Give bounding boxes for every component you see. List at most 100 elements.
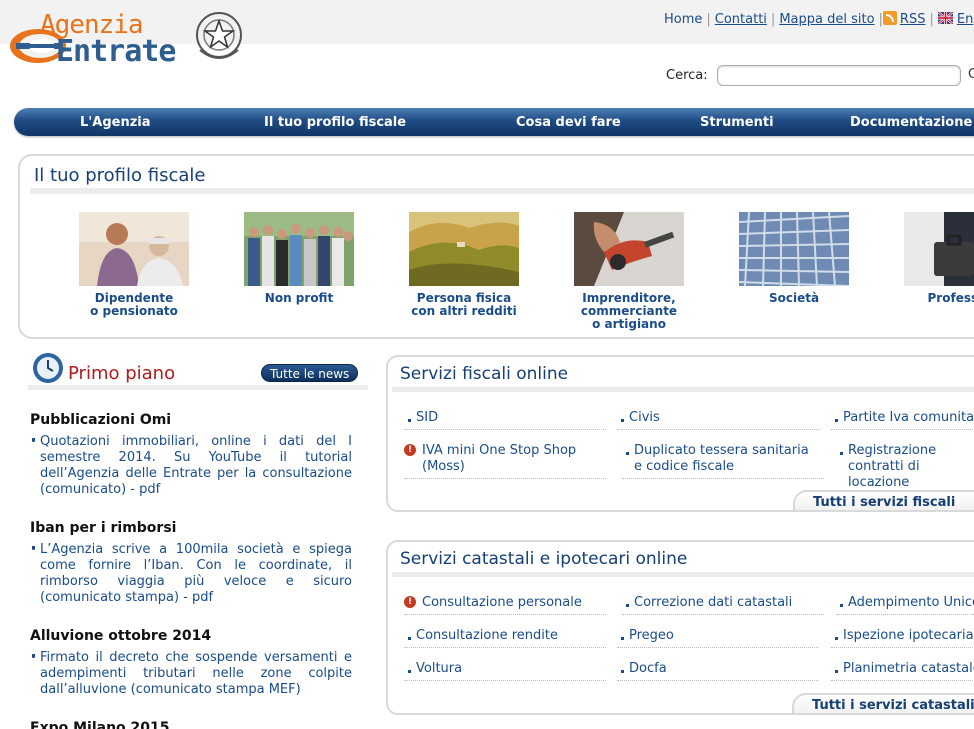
agenzia-entrate-logo[interactable]: Agenzia Entrate: [8, 8, 248, 70]
panel-title-rule: [392, 572, 974, 577]
service-link-label: Voltura: [416, 661, 463, 676]
service-link-consultazione-rendite[interactable]: Consultazione rendite: [404, 628, 606, 648]
all-fiscal-services-button[interactable]: Tutti i servizi fiscali: [793, 490, 974, 510]
news-title: Primo piano: [68, 363, 176, 384]
warning-icon: !: [404, 596, 416, 608]
profile-card-label: Imprenditore, commerciante o artigiano: [580, 291, 678, 331]
english-link[interactable]: En: [953, 12, 974, 27]
profile-card-persona-fisica[interactable]: Persona fisica con altri redditi: [389, 212, 539, 318]
photo-briefcase: [904, 212, 974, 286]
search-input[interactable]: [717, 65, 961, 86]
bullet: [408, 637, 411, 640]
news-title-rule: [28, 385, 368, 390]
service-link-registrazione-contratti[interactable]: Registrazione contratti di locazione: [836, 443, 974, 495]
photo-countryside-hills: [409, 212, 519, 286]
service-link-label: Planimetria catastale: [843, 661, 974, 676]
service-link-civis[interactable]: Civis: [617, 410, 819, 430]
service-link-label: Consultazione rendite: [416, 628, 558, 643]
profile-title-rule: [30, 188, 974, 194]
nav-documentazione[interactable]: Documentazione: [850, 115, 972, 130]
profile-card-label: Non profit: [264, 291, 334, 305]
service-link-label: SID: [416, 410, 439, 425]
nav-strumenti[interactable]: Strumenti: [700, 115, 774, 130]
news-link[interactable]: Firmato il decreto che sospende versamen…: [30, 647, 352, 698]
service-link-label: Partite Iva comunitarie: [843, 410, 974, 425]
contatti-link[interactable]: Contatti: [711, 12, 771, 27]
nav-cosa-devi-fare[interactable]: Cosa devi fare: [516, 115, 621, 130]
divider: [831, 680, 974, 681]
home-link[interactable]: Home: [660, 12, 706, 27]
news-heading: Pubblicazioni Omi: [30, 412, 172, 428]
clock-icon: [33, 353, 63, 383]
profile-title: Il tuo profilo fiscale: [34, 165, 206, 186]
profile-card-non-profit[interactable]: Non profit: [224, 212, 374, 305]
service-link-label: Docfa: [629, 661, 667, 676]
service-link-duplicato-tessera[interactable]: Duplicato tessera sanitaria e codice fis…: [622, 443, 824, 479]
photo-woman-and-senior: [79, 212, 189, 286]
fiscal-services-panel: Servizi fiscali online SID Civis Partite…: [386, 355, 974, 512]
rss-link[interactable]: RSS: [900, 12, 930, 27]
service-link-correzione-dati[interactable]: Correzione dati catastali: [622, 595, 824, 615]
service-link-label: Ispezione ipotecaria: [843, 628, 974, 643]
all-news-button[interactable]: Tutte le news: [261, 364, 359, 382]
service-link-consultazione-personale[interactable]: ! Consultazione personale: [404, 595, 606, 615]
profile-card-dipendente[interactable]: Dipendente o pensionato: [59, 212, 209, 318]
divider: [404, 478, 606, 479]
divider: [836, 614, 974, 615]
cadastral-services-panel: Servizi catastali e ipotecari online ! Co…: [386, 540, 974, 715]
photo-office-building: [739, 212, 849, 286]
mappa-del-sito-link[interactable]: Mappa del sito: [775, 12, 878, 27]
profile-card-label: Dipendente o pensionato: [90, 291, 178, 318]
service-link-partite-iva[interactable]: Partite Iva comunitarie: [831, 410, 974, 430]
photo-group-of-people: [244, 212, 354, 286]
service-link-label: Adempimento Unico: [848, 595, 974, 610]
search-label: Cerca:: [666, 68, 708, 83]
bullet: [621, 419, 624, 422]
logo-text-entrate: Entrate: [56, 34, 176, 69]
divider: [404, 647, 606, 648]
bullet: [621, 637, 624, 640]
service-link-planimetria[interactable]: Planimetria catastale: [831, 661, 974, 681]
nav-l-agenzia[interactable]: L'Agenzia: [80, 115, 151, 130]
divider: [831, 429, 974, 430]
profile-card-societa[interactable]: Società: [719, 212, 869, 305]
news-link[interactable]: Quotazioni immobiliari, online i dati de…: [30, 431, 352, 498]
divider: [617, 429, 819, 430]
news-heading: Iban per i rimborsi: [30, 520, 177, 536]
service-link-ispezione-ipotecaria[interactable]: Ispezione ipotecaria: [831, 628, 974, 648]
news-item: Alluvione ottobre 2014 Firmato il decret…: [30, 628, 352, 698]
bullet: [835, 637, 838, 640]
divider: [617, 680, 819, 681]
bullet: [840, 604, 843, 607]
profile-card-professionista[interactable]: Professio: [884, 212, 974, 305]
service-link-pregeo[interactable]: Pregeo: [617, 628, 819, 648]
divider: [622, 478, 824, 479]
divider: [617, 647, 819, 648]
bullet: [840, 452, 843, 455]
profile-card-label: Società: [768, 291, 820, 305]
top-links: Home | Contatti | Mappa del sito | RSS | En: [660, 11, 974, 27]
news-heading: Expo Milano 2015: [30, 720, 170, 729]
news-link[interactable]: L’Agenzia scrive a 100mila società e spi…: [30, 539, 352, 606]
service-link-iva-moss[interactable]: ! IVA mini One Stop Shop (Moss): [404, 443, 606, 479]
divider: [404, 680, 606, 681]
all-cadastral-services-button[interactable]: Tutti i servizi catastali e ipotecari: [792, 693, 974, 713]
profile-card-imprenditore[interactable]: Imprenditore, commerciante o artigiano: [554, 212, 704, 331]
service-link-docfa[interactable]: Docfa: [617, 661, 819, 681]
bullet: [621, 670, 624, 673]
news-header: Primo piano Tutte le news: [28, 350, 368, 390]
search-go-button[interactable]: C: [968, 67, 974, 82]
service-link-voltura[interactable]: Voltura: [404, 661, 606, 681]
uk-flag-icon[interactable]: [937, 12, 953, 24]
rss-icon[interactable]: [882, 11, 897, 25]
warning-icon: !: [404, 444, 416, 456]
photo-drill-worker: [574, 212, 684, 286]
divider: [404, 429, 606, 430]
service-link-sid[interactable]: SID: [404, 410, 606, 430]
bullet: [835, 670, 838, 673]
divider: [404, 614, 606, 615]
service-link-adempimento-unico[interactable]: Adempimento Unico: [836, 595, 974, 615]
service-link-label: Pregeo: [629, 628, 674, 643]
italian-republic-emblem-icon: [196, 12, 242, 59]
nav-profilo-fiscale[interactable]: Il tuo profilo fiscale: [264, 115, 406, 130]
